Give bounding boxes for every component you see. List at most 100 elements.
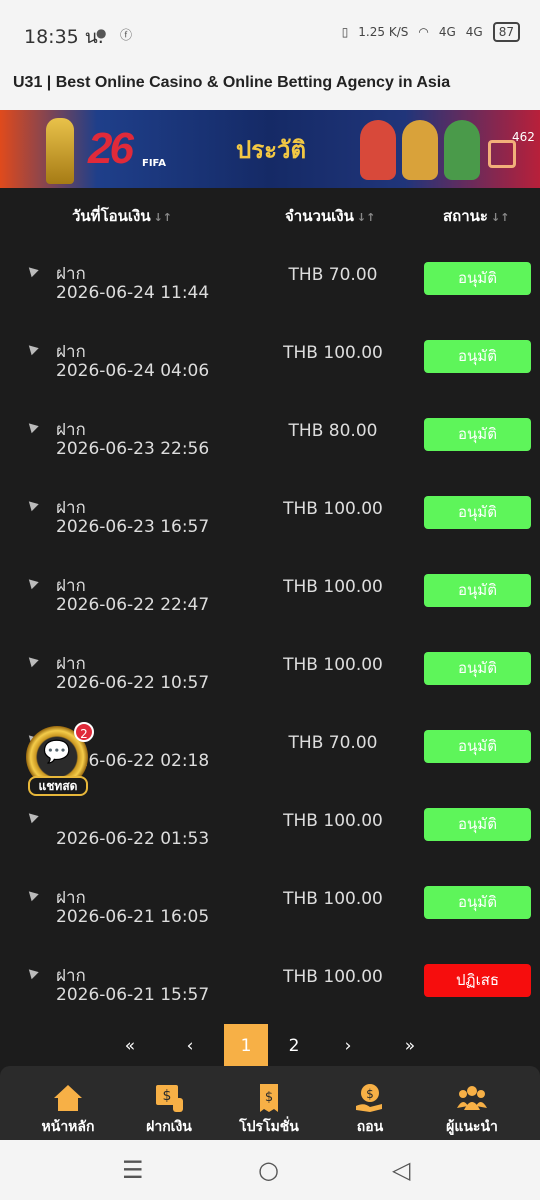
table-row[interactable]: ฝาก 2026-06-23 22:56 THB 80.00 อนุมัติ: [0, 412, 540, 490]
status-badge: ปฏิเสธ: [424, 964, 531, 997]
row-amount: THB 100.00: [283, 967, 383, 987]
row-amount: THB 80.00: [288, 421, 378, 441]
page-title-bar: U31 | Best Online Casino & Online Bettin…: [0, 68, 540, 110]
wifi-icon: ◠: [418, 25, 429, 39]
mascot-icon: [402, 120, 438, 180]
nav-withdraw-label: ถอน: [356, 1119, 384, 1135]
row-amount: THB 100.00: [283, 577, 383, 597]
status-bar: 18:35 น. ● ⓕ ▯ 1.25 K/S ◠ 4G 4G 87: [0, 0, 540, 68]
row-amount: THB 100.00: [283, 499, 383, 519]
row-amount: THB 70.00: [288, 265, 378, 285]
history-banner: 26 FIFA ประวัติ 462: [0, 110, 540, 188]
table-row[interactable]: ฝาก 2026-06-22 22:47 THB 100.00 อนุมัติ: [0, 568, 540, 646]
status-time: 18:35 น.: [24, 26, 104, 48]
banner-heading: ประวัติ: [236, 136, 307, 164]
network-speed: 1.25 K/S: [358, 25, 409, 39]
row-date: 2026-06-24 11:44: [56, 283, 210, 303]
row-amount: THB 100.00: [283, 811, 383, 831]
status-badge: อนุมัติ: [424, 418, 531, 451]
next-page-button[interactable]: ›: [326, 1024, 370, 1068]
nav-promotion-label: โปรโมชั่น: [239, 1119, 299, 1135]
status-badge: อนุมัติ: [424, 262, 531, 295]
nav-deposit-label: ฝากเงิน: [146, 1119, 192, 1135]
row-amount: THB 100.00: [283, 889, 383, 909]
expand-caret-icon[interactable]: [25, 575, 39, 590]
first-page-button[interactable]: «: [108, 1024, 152, 1068]
row-date: 2026-06-21 15:57: [56, 985, 210, 1005]
pagination: « ‹ 1 2 › »: [0, 1024, 540, 1068]
status-right: ▯ 1.25 K/S ◠ 4G 4G 87: [342, 22, 520, 42]
expand-caret-icon[interactable]: [25, 809, 39, 824]
status-badge: อนุมัติ: [424, 808, 531, 841]
bottom-navigation: หน้าหลัก $ ฝากเงิน $ โปรโมชั่น $ ถอน ผู้…: [0, 1066, 540, 1140]
row-date: 2026-06-24 04:06: [56, 361, 210, 381]
page-2-button[interactable]: 2: [272, 1024, 316, 1068]
column-header-amount[interactable]: จำนวนเงิน ↓↑: [285, 204, 375, 228]
expand-caret-icon[interactable]: [25, 965, 39, 980]
status-badge: อนุมัติ: [424, 496, 531, 529]
expand-caret-icon[interactable]: [25, 653, 39, 668]
svg-text:$: $: [265, 1090, 273, 1105]
home-icon: [54, 1085, 82, 1111]
nav-deposit[interactable]: $ ฝากเงิน: [119, 1066, 219, 1140]
battery-indicator: 87: [492, 22, 520, 42]
expand-caret-icon[interactable]: [25, 263, 39, 278]
expand-caret-icon[interactable]: [25, 887, 39, 902]
facebook-icon: ⓕ: [120, 28, 133, 42]
world-cup-trophy-icon: [46, 118, 74, 184]
svg-text:$: $: [163, 1088, 172, 1104]
back-icon[interactable]: ◁: [392, 1156, 410, 1184]
sort-icon: ↓↑: [490, 211, 510, 224]
status-badge: อนุมัติ: [424, 652, 531, 685]
row-date: 2026-06-21 16:05: [56, 907, 210, 927]
row-amount: THB 100.00: [283, 655, 383, 675]
row-date: 2026-06-22 22:47: [56, 595, 210, 615]
column-header-date[interactable]: วันที่โอนเงิน ↓↑: [72, 204, 172, 228]
sort-icon: ↓↑: [356, 211, 376, 224]
nav-home[interactable]: หน้าหลัก: [18, 1066, 118, 1140]
row-date: 2026-06-23 16:57: [56, 517, 210, 537]
table-row[interactable]: ฝาก 2026-06-24 11:44 THB 70.00 อนุมัติ: [0, 256, 540, 334]
fifa-label: FIFA: [142, 158, 166, 169]
status-badge: อนุมัติ: [424, 886, 531, 919]
expand-caret-icon[interactable]: [25, 419, 39, 434]
last-page-button[interactable]: »: [388, 1024, 432, 1068]
table-header: วันที่โอนเงิน ↓↑ จำนวนเงิน ↓↑ สถานะ ↓↑: [0, 190, 540, 236]
status-badge: อนุมัติ: [424, 340, 531, 373]
nav-referral[interactable]: ผู้แนะนำ: [422, 1066, 522, 1140]
notification-count: 462: [512, 130, 535, 144]
row-amount: THB 100.00: [283, 343, 383, 363]
table-row[interactable]: ฝาก 2026-06-23 16:57 THB 100.00 อนุมัติ: [0, 490, 540, 568]
promotion-icon: $: [260, 1084, 278, 1112]
chat-bubble-icon: 💬: [43, 740, 71, 765]
column-header-status[interactable]: สถานะ ↓↑: [443, 204, 509, 228]
nav-home-label: หน้าหลัก: [41, 1119, 95, 1135]
expand-caret-icon[interactable]: [25, 341, 39, 356]
home-circle-icon[interactable]: ○: [258, 1156, 279, 1184]
network-label-1: 4G: [438, 25, 456, 39]
live-chat-label: แชทสด: [28, 776, 88, 796]
table-row[interactable]: ฝาก 2026-06-24 04:06 THB 100.00 อนุมัติ: [0, 334, 540, 412]
nav-referral-label: ผู้แนะนำ: [446, 1119, 498, 1135]
row-amount: THB 70.00: [288, 733, 378, 753]
recent-apps-icon[interactable]: ☰: [122, 1156, 144, 1184]
system-navigation: ☰ ○ ◁: [0, 1140, 540, 1200]
nav-withdraw[interactable]: $ ถอน: [320, 1066, 420, 1140]
sort-icon: ↓↑: [153, 211, 173, 224]
expand-caret-icon[interactable]: [25, 497, 39, 512]
table-row[interactable]: 2026-06-22 01:53 THB 100.00 อนุมัติ: [0, 802, 540, 880]
table-row[interactable]: ฝาก 2026-06-22 10:57 THB 100.00 อนุมัติ: [0, 646, 540, 724]
live-chat-button[interactable]: 💬 แชทสด 2: [26, 722, 94, 796]
chat-badge: 2: [74, 722, 94, 742]
nav-promotion[interactable]: $ โปรโมชั่น: [219, 1066, 319, 1140]
page-1-button[interactable]: 1: [224, 1024, 268, 1068]
table-row[interactable]: ฝาก 2026-06-21 16:05 THB 100.00 อนุมัติ: [0, 880, 540, 958]
mascot-icon: [444, 120, 480, 180]
prev-page-button[interactable]: ‹: [168, 1024, 212, 1068]
users-icon: [457, 1086, 487, 1110]
mascot-icon: [360, 120, 396, 180]
mascots-image: [360, 120, 480, 180]
inbox-icon[interactable]: [488, 140, 516, 168]
line-app-icon: ●: [96, 26, 107, 40]
row-date: 2026-06-22 10:57: [56, 673, 210, 693]
